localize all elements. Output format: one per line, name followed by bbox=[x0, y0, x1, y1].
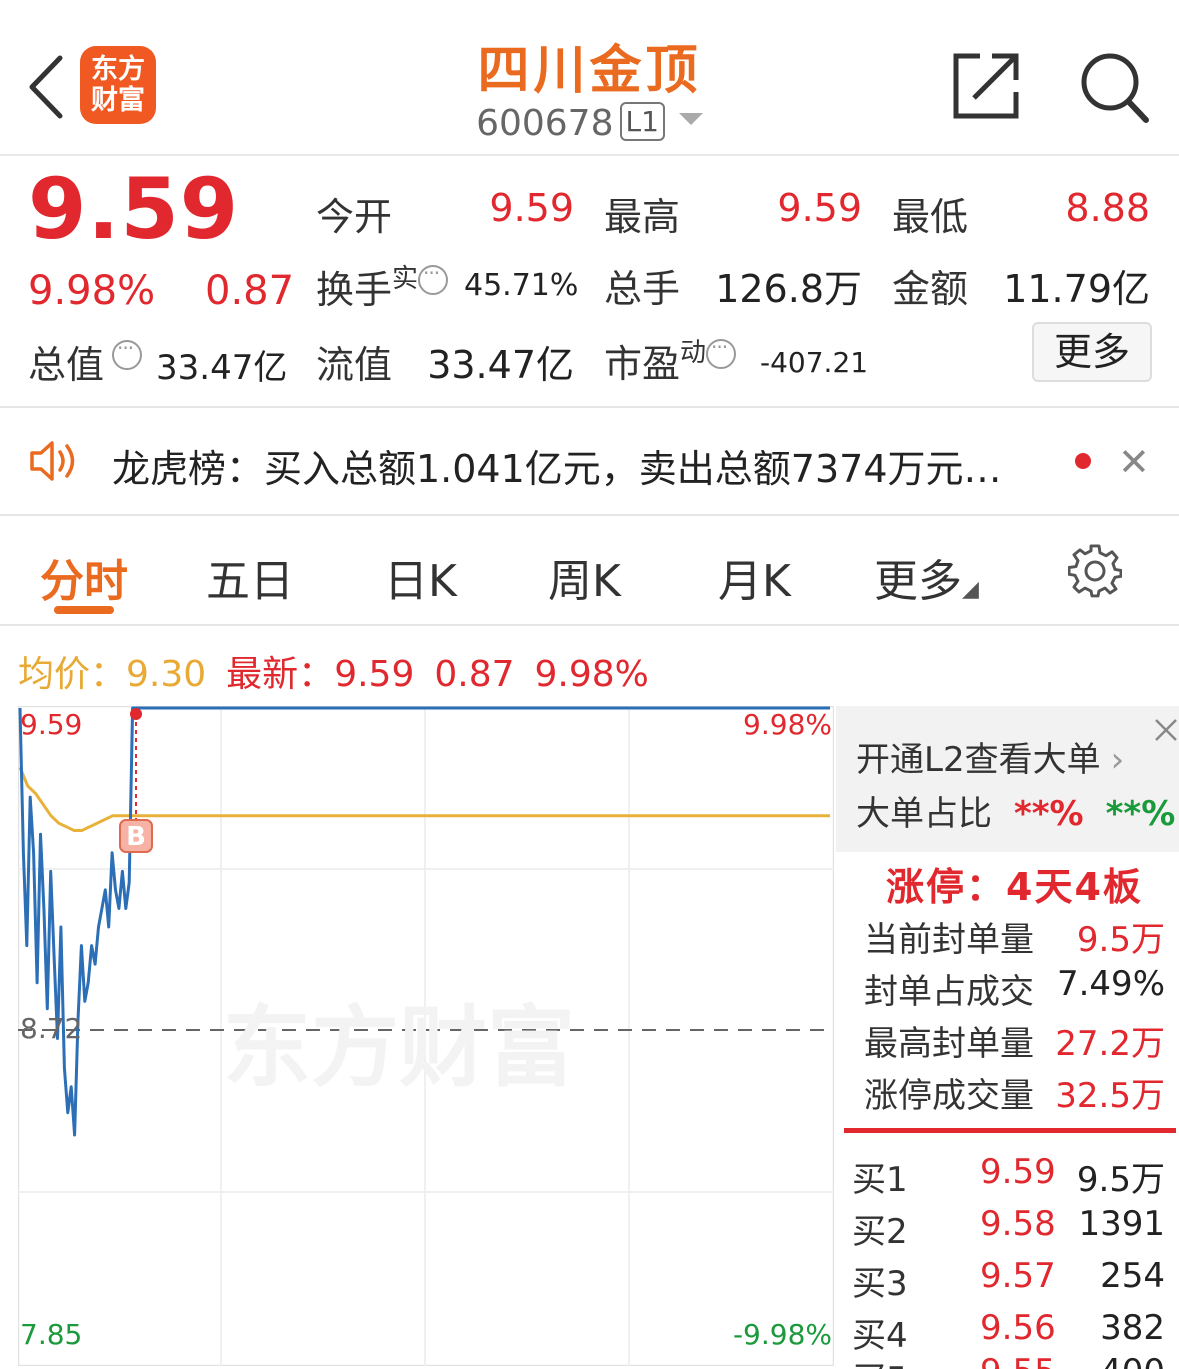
pct-axis-top-label: 9.98% bbox=[743, 708, 832, 741]
bid-volume: 9.5万 bbox=[1076, 1160, 1165, 1200]
divider bbox=[0, 624, 1179, 626]
ratio-buy: **% bbox=[1014, 794, 1084, 834]
y-axis-bottom-label: 7.85 bbox=[20, 1318, 82, 1351]
y-axis-mid-label: 8.72 bbox=[20, 1012, 82, 1045]
limit-row-label: 封单占成交 bbox=[864, 972, 1034, 1012]
avg-label: 均价： bbox=[18, 654, 127, 695]
corner-arrow-icon: ◢ bbox=[962, 577, 979, 602]
more-quote-button[interactable]: 更多 bbox=[1032, 322, 1152, 382]
level-badge: L1 bbox=[619, 102, 665, 141]
change-percent: 9.98% bbox=[28, 268, 156, 314]
open-label: 今开 bbox=[316, 195, 393, 239]
tab-weekly-k[interactable]: 周K bbox=[548, 545, 621, 609]
gear-icon[interactable] bbox=[1068, 544, 1122, 598]
divider bbox=[0, 406, 1179, 408]
watermark: 东方财富 bbox=[223, 996, 575, 1099]
bid-price: 9.57 bbox=[980, 1256, 1056, 1296]
high-value: 9.59 bbox=[777, 186, 862, 230]
stock-code: 600678 bbox=[476, 103, 614, 144]
limit-row-label: 当前封单量 bbox=[864, 920, 1034, 960]
avg-value: 9.30 bbox=[126, 654, 207, 695]
info-more-icon[interactable] bbox=[706, 335, 737, 369]
buy-marker-label: B bbox=[126, 822, 146, 852]
open-value: 9.59 bbox=[489, 186, 574, 230]
bid-label: 买1 bbox=[852, 1160, 908, 1200]
low-value: 8.88 bbox=[1065, 186, 1150, 230]
latest-price: 9.59 bbox=[334, 654, 415, 695]
intraday-chart[interactable]: 东方财富 B 9.59 8.72 7.85 9.98% -9.98% bbox=[18, 706, 834, 1366]
bid-label: 买3 bbox=[852, 1264, 908, 1304]
tab-monthly-k[interactable]: 月K bbox=[718, 545, 791, 609]
limit-row-value: 7.49% bbox=[1056, 964, 1165, 1004]
latest-label: 最新： bbox=[226, 654, 335, 695]
pe-sup: 动 bbox=[680, 338, 707, 368]
pct-axis-bottom-label: -9.98% bbox=[733, 1318, 832, 1351]
caret-down-icon[interactable] bbox=[678, 113, 703, 125]
bid-price: 9.55 bbox=[980, 1352, 1056, 1369]
limit-up-title: 涨停：4天4板 bbox=[886, 865, 1143, 909]
tab-more[interactable]: 更多◢ bbox=[874, 545, 979, 609]
search-icon[interactable] bbox=[1080, 52, 1150, 124]
y-axis-top-label: 9.59 bbox=[20, 708, 82, 741]
order-book-divider bbox=[844, 1128, 1176, 1133]
low-label: 最低 bbox=[892, 195, 969, 239]
volume-value: 126.8万 bbox=[715, 267, 862, 311]
bid-volume: 254 bbox=[1100, 1256, 1165, 1296]
bid-price: 9.59 bbox=[980, 1152, 1056, 1192]
tab-daily-k[interactable]: 日K bbox=[384, 545, 457, 609]
turnover-label: 换手实 bbox=[316, 258, 449, 314]
bid-volume: 382 bbox=[1100, 1308, 1165, 1348]
amount-label: 金额 bbox=[892, 267, 969, 311]
market-cap-label: 总值 bbox=[28, 334, 143, 389]
float-cap-value: 33.47亿 bbox=[427, 343, 574, 387]
pe-label: 市盈动 bbox=[604, 332, 737, 388]
limit-row-label: 涨停成交量 bbox=[864, 1076, 1034, 1116]
latest-change: 0.87 bbox=[434, 654, 515, 695]
unread-dot bbox=[1075, 453, 1091, 469]
close-notice-icon[interactable]: ✕ bbox=[1118, 440, 1150, 484]
change-amount: 0.87 bbox=[205, 268, 295, 314]
tab-intraday[interactable]: 分时 bbox=[40, 545, 128, 609]
pe-value: -407.21 bbox=[760, 346, 869, 379]
float-cap-label: 流值 bbox=[316, 343, 393, 387]
intraday-info-line: 均价：9.30 最新：9.59 0.87 9.98% bbox=[18, 645, 649, 697]
info-more-icon[interactable] bbox=[112, 336, 143, 370]
share-icon[interactable] bbox=[950, 50, 1022, 122]
divider bbox=[0, 514, 1179, 516]
bid-label: 买2 bbox=[852, 1212, 908, 1252]
ratio-sell: **% bbox=[1105, 794, 1176, 834]
bid-price: 9.58 bbox=[980, 1204, 1056, 1244]
bid-label: 买5 bbox=[852, 1352, 908, 1369]
turnover-value: 45.71% bbox=[464, 268, 579, 303]
tab-five-day[interactable]: 五日 bbox=[206, 545, 294, 609]
limit-row-label: 最高封单量 bbox=[864, 1024, 1034, 1064]
volume-label: 总手 bbox=[604, 267, 681, 311]
current-price: 9.59 bbox=[28, 160, 240, 258]
limit-row-value: 32.5万 bbox=[1055, 1076, 1165, 1116]
bid-label: 买4 bbox=[852, 1316, 908, 1356]
price-line bbox=[18, 706, 136, 1137]
active-tab-indicator bbox=[54, 606, 114, 614]
turnover-sup: 实 bbox=[392, 264, 419, 294]
limit-row-value: 27.2万 bbox=[1055, 1024, 1165, 1064]
info-more-icon[interactable] bbox=[418, 261, 449, 295]
limit-row-value: 9.5万 bbox=[1076, 920, 1165, 960]
chevron-right-icon: › bbox=[1110, 740, 1125, 780]
market-cap-value: 33.47亿 bbox=[156, 348, 288, 388]
bid-volume: 1391 bbox=[1078, 1204, 1165, 1244]
high-label: 最高 bbox=[604, 195, 681, 239]
l2-promo-link[interactable]: 开通L2查看大单 › bbox=[856, 732, 1124, 781]
amount-value: 11.79亿 bbox=[1003, 267, 1150, 311]
notice-text[interactable]: 龙虎榜：买入总额1.041亿元，卖出总额7374万元… bbox=[112, 438, 1002, 493]
large-order-ratio: 大单占比 **% **% bbox=[856, 794, 1176, 834]
latest-pct: 9.98% bbox=[534, 654, 649, 695]
bid-volume: 400 bbox=[1100, 1352, 1165, 1369]
close-icon[interactable] bbox=[1148, 712, 1179, 746]
bid-price: 9.56 bbox=[980, 1308, 1056, 1348]
speaker-icon bbox=[30, 441, 75, 481]
limit-up-dot bbox=[130, 708, 142, 720]
